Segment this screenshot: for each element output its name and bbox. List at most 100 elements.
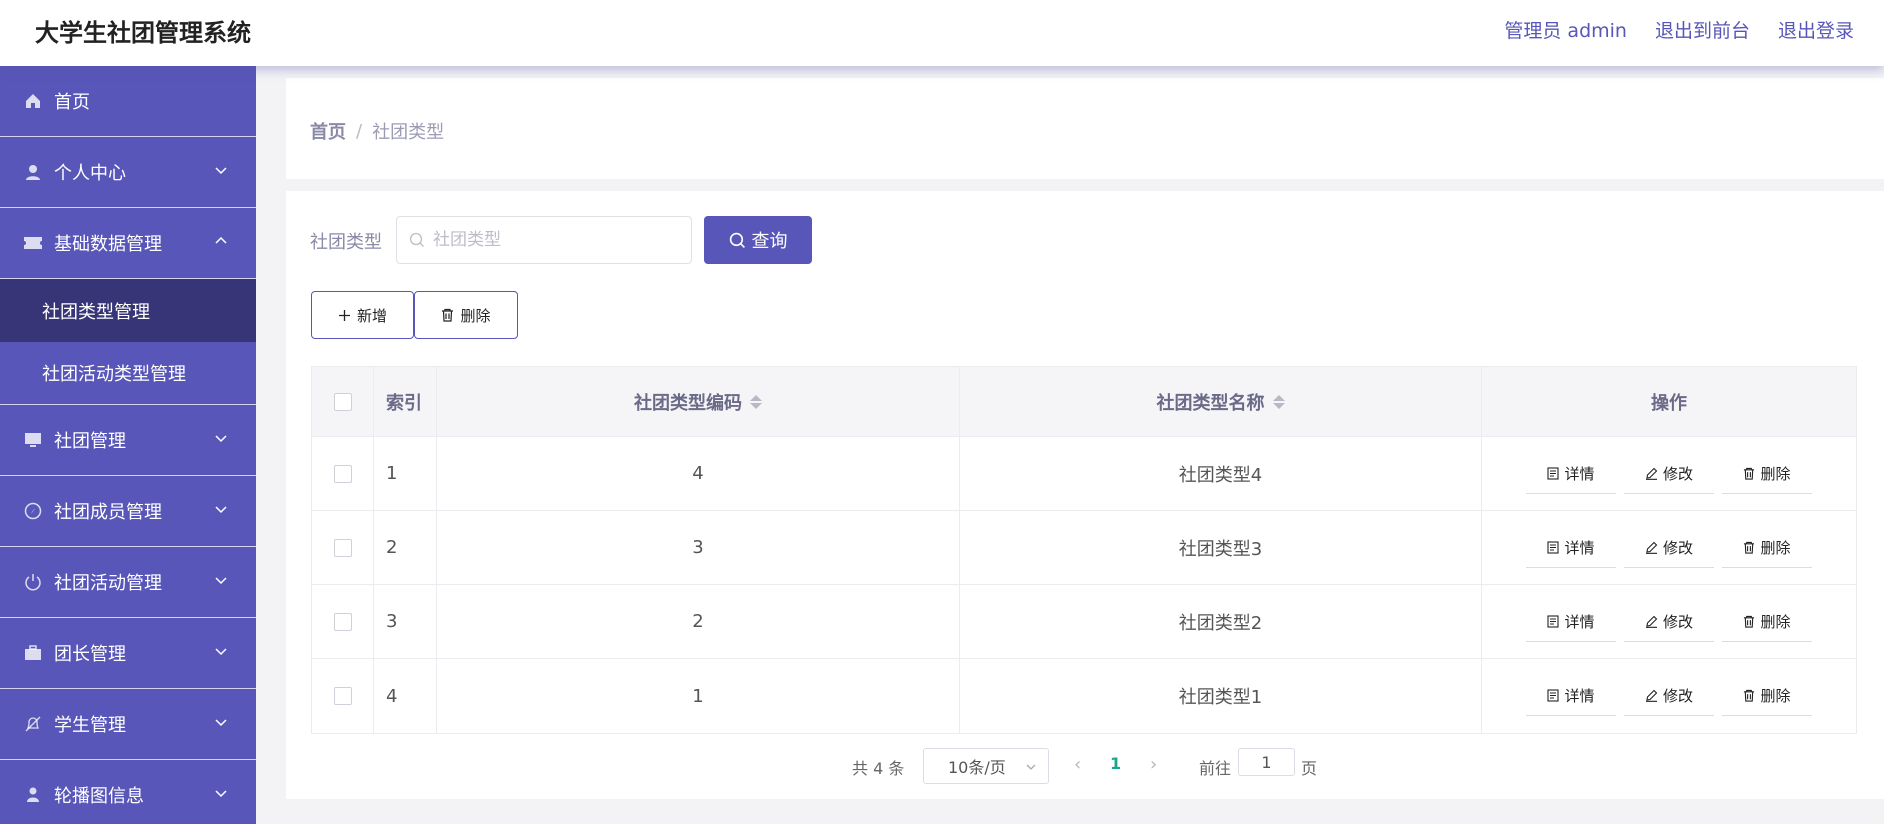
query-button[interactable]: 查询	[704, 216, 812, 264]
row-name: 社团类型4	[960, 437, 1482, 510]
main-card: 社团类型 查询 新增 删除 索引 社团类型编码 社团类型名称 操作	[286, 191, 1884, 799]
document-icon	[1547, 466, 1560, 480]
row-checkbox[interactable]	[333, 612, 352, 631]
document-icon	[1547, 540, 1560, 554]
row-index: 4	[374, 659, 437, 733]
sidebar-item-label: 社团成员管理	[54, 502, 162, 523]
app-title: 大学生社团管理系统	[35, 19, 251, 47]
row-name: 社团类型1	[960, 659, 1482, 733]
chevron-down-icon	[215, 790, 227, 798]
edit-label: 修改	[1662, 687, 1693, 705]
edit-button[interactable]: 修改	[1624, 527, 1714, 568]
detail-button[interactable]: 详情	[1526, 601, 1616, 642]
sidebar-subitem-club-type[interactable]: 社团类型管理	[0, 279, 256, 342]
bell-off-icon	[22, 713, 44, 735]
delete-label: 删除	[1760, 464, 1791, 483]
row-code: 1	[437, 659, 960, 733]
delete-label: 删除	[1760, 538, 1791, 557]
power-icon	[22, 571, 44, 593]
batch-delete-button-label: 删除	[460, 306, 491, 325]
edit-icon	[1645, 689, 1658, 702]
goto-page-input[interactable]	[1238, 748, 1295, 776]
row-code: 2	[437, 585, 960, 658]
monitor-icon	[22, 429, 44, 451]
sidebar-item-student-management[interactable]: 学生管理	[0, 689, 256, 760]
row-checkbox-cell	[312, 585, 374, 658]
delete-button[interactable]: 删除	[1722, 453, 1812, 494]
edit-label: 修改	[1662, 464, 1693, 483]
search-input[interactable]	[433, 230, 673, 250]
detail-button[interactable]: 详情	[1526, 527, 1616, 568]
row-checkbox[interactable]	[333, 464, 352, 483]
search-field[interactable]	[396, 216, 692, 264]
row-checkbox-cell	[312, 437, 374, 510]
table-row: 3 2 社团类型2 详情 修改 删除	[312, 585, 1856, 659]
sidebar-item-label: 社团活动管理	[54, 573, 162, 594]
breadcrumb-home[interactable]: 首页	[310, 118, 346, 144]
edit-button[interactable]: 修改	[1624, 601, 1714, 642]
document-icon	[1547, 614, 1560, 628]
sidebar-item-carousel-info[interactable]: 轮播图信息	[0, 760, 256, 824]
row-code: 3	[437, 511, 960, 584]
sidebar-item-label: 团长管理	[54, 644, 126, 665]
chevron-down-icon	[215, 506, 227, 514]
row-checkbox-cell	[312, 511, 374, 584]
logout-link[interactable]: 退出登录	[1778, 16, 1854, 43]
sidebar-item-club-management[interactable]: 社团管理	[0, 405, 256, 476]
sidebar-item-leader-management[interactable]: 团长管理	[0, 618, 256, 689]
header-code-label: 社团类型编码	[634, 392, 742, 414]
add-button[interactable]: 新增	[311, 291, 414, 339]
next-page-button[interactable]: ›	[1150, 754, 1157, 775]
row-actions: 详情 修改 删除	[1482, 659, 1856, 733]
delete-button[interactable]: 删除	[1722, 527, 1812, 568]
row-checkbox[interactable]	[333, 538, 352, 557]
detail-button[interactable]: 详情	[1526, 453, 1616, 494]
edit-button[interactable]: 修改	[1624, 453, 1714, 494]
row-name: 社团类型2	[960, 585, 1482, 658]
chevron-down-icon	[215, 719, 227, 727]
edit-icon	[1645, 541, 1658, 554]
row-actions: 详情 修改 删除	[1482, 511, 1856, 584]
sidebar-item-home[interactable]: 首页	[0, 66, 256, 137]
page-size-select[interactable]: 10条/页	[923, 748, 1049, 784]
batch-delete-button[interactable]: 删除	[414, 291, 518, 339]
search-icon	[409, 232, 424, 247]
detail-button[interactable]: 详情	[1526, 676, 1616, 716]
header-name[interactable]: 社团类型名称	[960, 367, 1482, 436]
sidebar-item-label: 学生管理	[54, 715, 126, 736]
row-code: 4	[437, 437, 960, 510]
row-checkbox[interactable]	[333, 687, 352, 705]
goto-label: 前往	[1199, 759, 1232, 778]
header-index: 索引	[374, 367, 437, 436]
detail-label: 详情	[1564, 687, 1595, 705]
edit-label: 修改	[1662, 612, 1693, 631]
select-all-checkbox[interactable]	[333, 392, 352, 411]
admin-user-link[interactable]: 管理员 admin	[1504, 16, 1627, 43]
table-row: 1 4 社团类型4 详情 修改 删除	[312, 437, 1856, 511]
delete-button[interactable]: 删除	[1722, 601, 1812, 642]
top-header: 大学生社团管理系统 管理员 admin 退出到前台 退出登录	[0, 0, 1884, 66]
home-icon	[22, 90, 44, 112]
sidebar-item-base-data[interactable]: 基础数据管理	[0, 208, 256, 279]
row-checkbox-cell	[312, 659, 374, 733]
edit-button[interactable]: 修改	[1624, 676, 1714, 716]
prev-page-button[interactable]: ‹	[1074, 754, 1081, 775]
header-code[interactable]: 社团类型编码	[437, 367, 960, 436]
row-name: 社团类型3	[960, 511, 1482, 584]
header-name-label: 社团类型名称	[1156, 392, 1265, 414]
table-header-row: 索引 社团类型编码 社团类型名称 操作	[312, 367, 1856, 437]
sidebar-item-activity-management[interactable]: 社团活动管理	[0, 547, 256, 618]
sidebar-item-label: 基础数据管理	[54, 234, 162, 255]
exit-to-frontend-link[interactable]: 退出到前台	[1655, 16, 1750, 43]
sort-icon[interactable]	[750, 394, 762, 409]
sidebar-subitem-activity-type[interactable]: 社团活动类型管理	[0, 342, 256, 405]
trash-icon	[1744, 541, 1755, 554]
sort-icon[interactable]	[1272, 394, 1285, 409]
sidebar-item-personal-center[interactable]: 个人中心	[0, 137, 256, 208]
detail-label: 详情	[1564, 612, 1595, 631]
row-actions: 详情 修改 删除	[1482, 585, 1856, 658]
delete-button[interactable]: 删除	[1722, 676, 1812, 716]
edit-icon	[1645, 467, 1658, 480]
sidebar-item-member-management[interactable]: 社团成员管理	[0, 476, 256, 547]
page-number-current[interactable]: 1	[1110, 754, 1121, 773]
